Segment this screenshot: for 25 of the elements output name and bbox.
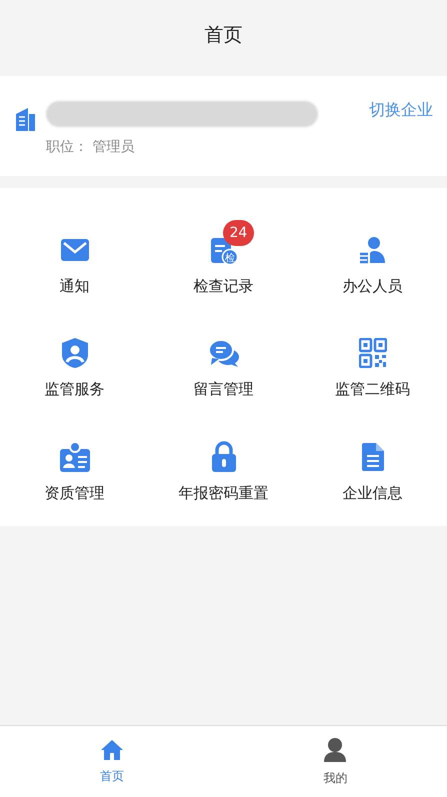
building-icon: [14, 106, 36, 132]
menu-item[interactable]: 企业信息: [298, 408, 447, 512]
menu-item[interactable]: 资质管理: [0, 408, 149, 512]
menu-item[interactable]: 留言管理: [149, 305, 298, 409]
count-badge: 24: [222, 220, 254, 246]
menu-item[interactable]: 监管服务: [0, 305, 149, 409]
menu-item[interactable]: 办公人员: [298, 202, 447, 306]
menu-item[interactable]: 检 24 检查记录: [149, 202, 298, 306]
tab-bar-item[interactable]: 首页: [0, 726, 224, 797]
shield-user-icon: [60, 337, 88, 370]
person-list-icon: [358, 235, 386, 265]
menu-item[interactable]: 年报密码重置: [149, 408, 298, 512]
menu-item[interactable]: 监管二维码: [298, 305, 447, 409]
person-icon: [323, 736, 348, 762]
envelope-icon: [60, 237, 90, 263]
padlock-icon: [210, 440, 236, 473]
chat-bubbles-icon: [208, 338, 240, 368]
menu-item[interactable]: 通知: [0, 202, 149, 306]
home-icon: [100, 738, 124, 760]
tab-bar-item[interactable]: 我的: [224, 726, 447, 797]
page-title: 首页: [204, 22, 242, 48]
position-label: 职位： 管理员: [46, 138, 136, 157]
document-icon: [360, 442, 384, 472]
qr-code-icon: [358, 338, 386, 368]
id-card-icon: [58, 440, 90, 473]
